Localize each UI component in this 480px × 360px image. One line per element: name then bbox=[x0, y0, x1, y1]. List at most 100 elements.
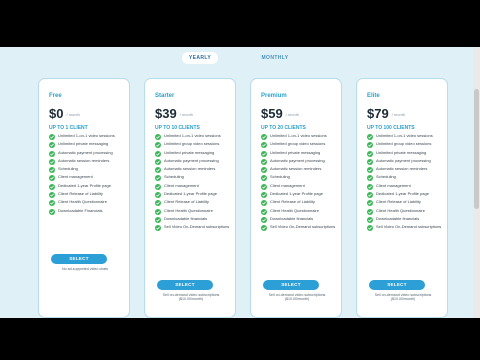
feature-label: Unlimited group video sessions bbox=[270, 141, 326, 147]
check-circle-icon bbox=[367, 142, 373, 149]
feature-label: Dedicated 1-year Profile page bbox=[376, 191, 429, 197]
feature-item: Downloadable Financials bbox=[49, 208, 127, 215]
feature-label: Unlimited 1-on-1 video sessions bbox=[164, 133, 221, 138]
check-circle-icon bbox=[49, 158, 55, 165]
feature-item: Client Release of Liability bbox=[155, 200, 233, 207]
feature-item: Scheduling bbox=[367, 175, 445, 182]
feature-item: Unlimited 1-on-1 video sessions bbox=[261, 133, 339, 140]
feature-item: Client management bbox=[49, 175, 127, 182]
feature-item: Unlimited 1-on-1 video sessions bbox=[367, 133, 445, 140]
price-period: / month bbox=[285, 112, 300, 118]
feature-item: Automatic payment processing bbox=[367, 157, 445, 165]
feature-item: Automatic session reminders bbox=[155, 167, 233, 174]
feature-label: Unlimited private messaging bbox=[270, 149, 321, 155]
check-circle-icon bbox=[261, 150, 267, 157]
feature-list: Unlimited 1-on-1 video sessions Unlimited… bbox=[49, 133, 127, 217]
feature-label: Sell Video On-Demand subscriptions bbox=[270, 224, 336, 230]
check-circle-icon bbox=[155, 208, 161, 215]
client-limit: UP TO 10 CLIENTS bbox=[155, 125, 200, 131]
check-circle-icon bbox=[367, 216, 373, 223]
billing-toggle-monthly[interactable]: MONTHLY bbox=[253, 52, 297, 64]
check-circle-icon bbox=[155, 175, 161, 182]
feature-item: Automatic session reminders bbox=[261, 167, 339, 174]
feature-label: Scheduling bbox=[270, 174, 290, 180]
feature-label: Unlimited 1-on-1 video sessions bbox=[270, 133, 327, 138]
select-plan-button[interactable]: SELECT bbox=[51, 254, 107, 264]
feature-label: Sell Video On-Demand subscriptions bbox=[376, 224, 442, 230]
feature-item: Unlimited group video sessions bbox=[367, 141, 445, 149]
video-frame: YEARLY MONTHLY Free $0/ month UP TO 1 CLIE… bbox=[0, 0, 480, 360]
check-circle-icon bbox=[367, 200, 373, 207]
price-amount: $0 bbox=[49, 106, 64, 121]
feature-label: Dedicated 1-year Profile page bbox=[164, 191, 217, 197]
feature-item: Client management bbox=[261, 182, 339, 190]
price-period: / month bbox=[391, 112, 406, 118]
feature-label: Downloadable financials bbox=[164, 215, 208, 221]
feature-item: Unlimited group video sessions bbox=[261, 141, 339, 149]
feature-label: Client Release of Liability bbox=[270, 199, 315, 205]
plan-name: Starter bbox=[155, 93, 175, 99]
check-circle-icon bbox=[49, 134, 55, 140]
feature-label: Unlimited private messaging bbox=[58, 141, 109, 147]
feature-label: Unlimited private messaging bbox=[164, 149, 215, 155]
check-circle-icon bbox=[367, 134, 373, 140]
check-circle-icon bbox=[49, 200, 55, 207]
check-circle-icon bbox=[49, 150, 55, 157]
plan-name: Premium bbox=[261, 93, 287, 99]
feature-item: Automatic payment processing bbox=[261, 157, 339, 165]
check-circle-icon bbox=[367, 175, 373, 182]
feature-label: Sell Video On-Demand subscriptions bbox=[164, 224, 230, 230]
select-plan-button[interactable]: SELECT bbox=[263, 280, 319, 290]
feature-label: Automatic payment processing bbox=[376, 157, 431, 163]
check-circle-icon bbox=[367, 208, 373, 215]
select-plan-button[interactable]: SELECT bbox=[157, 280, 213, 290]
feature-item: Client Health Questionnaire bbox=[261, 208, 339, 215]
feature-label: Automatic payment processing bbox=[164, 157, 219, 163]
feature-item: Downloadable financials bbox=[367, 215, 445, 223]
feature-label: Downloadable financials bbox=[270, 215, 314, 221]
check-circle-icon bbox=[261, 208, 267, 215]
letterbox-top bbox=[0, 0, 480, 47]
feature-item: Unlimited 1-on-1 video sessions bbox=[49, 133, 127, 140]
feature-item: Scheduling bbox=[261, 174, 339, 182]
feature-label: Automatic session reminders bbox=[58, 157, 110, 163]
plan-name: Free bbox=[49, 93, 62, 99]
feature-item: Client Release of Liability bbox=[261, 199, 339, 207]
feature-label: Client management bbox=[376, 182, 411, 188]
check-circle-icon bbox=[367, 158, 373, 165]
feature-label: Client management bbox=[270, 182, 305, 188]
feature-list: Unlimited 1-on-1 video sessions Unlimited… bbox=[155, 133, 233, 234]
feature-item: Automatic payment processing bbox=[155, 157, 233, 165]
check-circle-icon bbox=[261, 225, 267, 232]
client-limit: UP TO 20 CLIENTS bbox=[261, 125, 306, 131]
page-scrollbar[interactable] bbox=[473, 47, 480, 318]
feature-label: Scheduling bbox=[164, 174, 184, 180]
check-circle-icon bbox=[367, 225, 373, 232]
plan-note: Sell on-demand video subscriptions ($10.… bbox=[374, 293, 432, 302]
check-circle-icon bbox=[261, 142, 267, 149]
check-circle-icon bbox=[261, 134, 267, 140]
feature-item: Sell Video On-Demand subscriptions bbox=[367, 224, 445, 232]
check-circle-icon bbox=[261, 216, 267, 223]
plan-price: $0/ month bbox=[49, 106, 80, 121]
check-circle-icon bbox=[261, 200, 267, 207]
select-plan-button[interactable]: SELECT bbox=[369, 280, 425, 290]
feature-label: Client Health Questionnaire bbox=[58, 199, 107, 205]
feature-label: Client Health Questionnaire bbox=[164, 207, 213, 213]
feature-label: Automatic payment processing bbox=[270, 157, 325, 163]
scrollbar-thumb[interactable] bbox=[474, 89, 479, 209]
price-amount: $39 bbox=[155, 106, 177, 121]
check-circle-icon bbox=[155, 200, 161, 207]
feature-label: Automatic payment processing bbox=[58, 149, 113, 155]
check-circle-icon bbox=[49, 175, 55, 182]
feature-label: Unlimited group video sessions bbox=[376, 141, 432, 147]
check-circle-icon bbox=[49, 183, 55, 190]
feature-item: Client Health Questionnaire bbox=[155, 207, 233, 215]
pricing-page: YEARLY MONTHLY Free $0/ month UP TO 1 CLIE… bbox=[0, 47, 480, 318]
check-circle-icon bbox=[261, 167, 267, 174]
feature-label: Unlimited private messaging bbox=[376, 149, 427, 155]
billing-toggle-yearly[interactable]: YEARLY bbox=[182, 52, 218, 64]
feature-label: Client management bbox=[164, 182, 199, 188]
check-circle-icon bbox=[155, 142, 161, 149]
feature-label: Downloadable financials bbox=[376, 215, 420, 221]
